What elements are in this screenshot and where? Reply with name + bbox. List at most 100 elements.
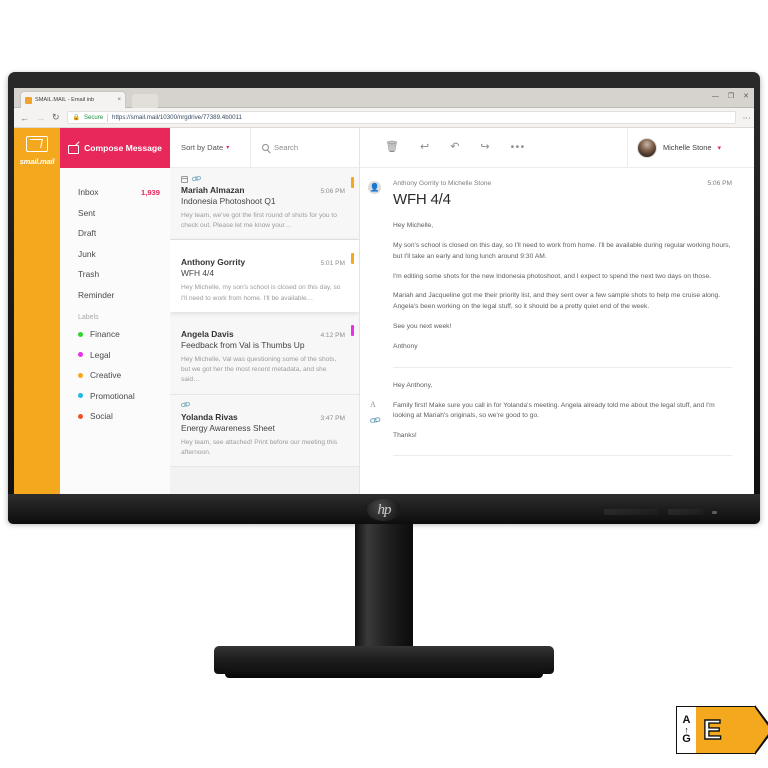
sidebar-item-reminder[interactable]: Reminder [78, 285, 170, 306]
divider [393, 366, 732, 368]
maximize-icon[interactable]: ❐ [728, 92, 734, 100]
label-color-dot [78, 413, 83, 419]
favicon-icon [25, 96, 32, 104]
brand-rail: smail.mail [14, 128, 60, 494]
message-list[interactable]: 🔗 Mariah Almazan 5:06 PM Indonesia Photo… [170, 168, 359, 494]
message-sender: Mariah Almazan [181, 185, 245, 195]
message-time: 3:47 PM [320, 414, 345, 422]
more-options-icon[interactable]: ••• [511, 142, 526, 153]
body-paragraph: Mariah and Jacqueline got me their prior… [393, 292, 721, 311]
energy-efficiency-label: A ↑ G E [676, 705, 768, 756]
reply-paragraph[interactable]: Family first! Make sure you call in for … [393, 401, 732, 423]
browser-tab[interactable]: SMAIL.MAIL - Email inb × [20, 91, 126, 108]
message-list-column: Sort by Date ▾ Search 🔗 Mariah Almazan 5… [170, 127, 360, 494]
sidebar-label-legal[interactable]: Legal [78, 345, 170, 366]
sidebar-item-trash[interactable]: Trash [78, 264, 170, 285]
reading-content: Anthony Gorrity to Michelle Stone 5:06 P… [393, 168, 754, 494]
monitor-stand-neck [355, 524, 413, 652]
chevron-down-icon: ▾ [226, 145, 230, 151]
reading-pane-column: 🗑 ↩ ↶ ↪ ••• Michelle Stone ▾ 👤 A 🔗 Antho… [360, 127, 754, 494]
secure-label: Secure [84, 114, 104, 121]
compose-message-button[interactable]: Compose Message [60, 128, 170, 168]
new-tab-button[interactable] [132, 94, 158, 108]
label-text: Legal [90, 349, 111, 360]
energy-class: E [696, 705, 768, 756]
url-divider [107, 113, 109, 122]
reading-gutter: 👤 A 🔗 [360, 168, 393, 494]
label-text: Social [90, 411, 113, 422]
list-item[interactable]: 🔗 Yolanda Rivas 3:47 PM Energy Awareness… [170, 394, 359, 467]
reply-icon[interactable]: ↩ [420, 142, 429, 153]
sidebar-label-finance[interactable]: Finance [78, 324, 170, 345]
sidebar-label-social[interactable]: Social [78, 406, 170, 427]
message-preview: Hey team, we've got the first round of s… [181, 212, 337, 230]
message-subject: Feedback from Val is Thumbs Up [181, 339, 305, 350]
reload-icon[interactable]: ↻ [52, 112, 60, 123]
sidebar-item-draft[interactable]: Draft [78, 223, 170, 244]
message-icons: 🔗 [180, 400, 345, 411]
tab-title: SMAIL.MAIL - Email inb [35, 97, 95, 103]
paperclip-icon[interactable]: 🔗 [368, 414, 381, 427]
label-color-dot [78, 393, 83, 399]
sender-avatar-icon: 👤 [368, 181, 381, 194]
list-item[interactable]: Anthony Gorrity 5:01 PM WFH 4/4 Hey Mich… [170, 240, 359, 312]
message-time: 5:06 PM [707, 180, 732, 187]
body-paragraph: See you next week! [393, 323, 452, 331]
message-time: 5:01 PM [320, 260, 345, 268]
reply-paragraph[interactable]: Thanks! [393, 431, 732, 442]
url-input[interactable]: 🔒 Secure https://smail.mail/10300/nrgdri… [66, 111, 737, 124]
sidebar-item-inbox[interactable]: Inbox 1,939 [78, 182, 170, 203]
calendar-icon [181, 175, 188, 183]
message-time: 5:06 PM [320, 188, 345, 195]
compose-label: Compose Message [84, 143, 162, 153]
lock-icon: 🔒 [72, 115, 81, 121]
list-item[interactable]: Angela Davis 4:12 PM Feedback from Val i… [170, 311, 359, 395]
sort-label: Sort by Date [181, 143, 224, 152]
envelope-logo-icon [26, 136, 48, 152]
hp-logo: hp [367, 499, 401, 521]
user-account-menu[interactable]: Michelle Stone ▾ [627, 127, 754, 168]
message-header: Anthony Gorrity 5:01 PM [181, 257, 345, 267]
minimize-icon[interactable]: — [712, 93, 719, 100]
sidebar-nav: Compose Message Inbox 1,939 Sent Draft J… [60, 128, 170, 494]
bezel-vent-right [668, 509, 704, 515]
divider [393, 455, 732, 457]
reply-paragraph[interactable]: Hey Anthony, [393, 381, 732, 392]
label-text: Creative [90, 370, 122, 381]
message-subject: Energy Awareness Sheet [181, 422, 275, 433]
message-header: Yolanda Rivas 3:47 PM [181, 412, 345, 422]
message-accent-bar [351, 253, 354, 265]
label-text: Finance [90, 329, 120, 340]
browser-menu-icon[interactable]: ⋮ [742, 114, 751, 122]
back-icon[interactable]: ← [20, 113, 29, 123]
sidebar-label-creative[interactable]: Creative [78, 365, 170, 386]
message-preview: Hey Michelle, my son's school is closed … [181, 284, 341, 302]
trash-icon[interactable]: 🗑 [385, 142, 399, 153]
sidebar-item-junk[interactable]: Junk [78, 244, 170, 265]
message-participants: Anthony Gorrity to Michelle Stone [393, 180, 492, 187]
message-sender: Angela Davis [181, 328, 234, 339]
close-icon[interactable]: × [117, 97, 121, 103]
list-item[interactable]: 🔗 Mariah Almazan 5:06 PM Indonesia Photo… [170, 168, 359, 241]
font-format-icon[interactable]: A [370, 400, 376, 409]
sort-by-date-dropdown[interactable]: Sort by Date ▾ [170, 143, 250, 152]
message-sender: Yolanda Rivas [181, 411, 238, 422]
reading-pane: 👤 A 🔗 Anthony Gorrity to Michelle Stone … [360, 168, 754, 494]
search-input[interactable]: Search [250, 127, 359, 168]
browser-tab-bar: SMAIL.MAIL - Email inb × — ❐ ✕ [14, 88, 754, 108]
unread-count: 1,939 [140, 187, 160, 197]
body-signature: Anthony [393, 342, 418, 350]
forward-icon[interactable]: → [36, 113, 45, 123]
close-window-icon[interactable]: ✕ [743, 92, 749, 100]
sidebar-item-sent[interactable]: Sent [78, 203, 170, 224]
url-text: https://smail.mail/10300/nrgdrive/77389.… [112, 114, 242, 121]
message-accent-bar [351, 324, 354, 336]
label-color-dot [78, 331, 83, 337]
forward-icon[interactable]: ↪ [480, 142, 489, 153]
label-text: Promotional [90, 390, 135, 401]
message-icons [181, 247, 345, 255]
reply-all-icon[interactable]: ↶ [450, 142, 459, 153]
brand-name: smail.mail [19, 157, 55, 166]
sidebar-label-promotional[interactable]: Promotional [78, 386, 170, 407]
energy-arrow-tip [755, 705, 768, 756]
